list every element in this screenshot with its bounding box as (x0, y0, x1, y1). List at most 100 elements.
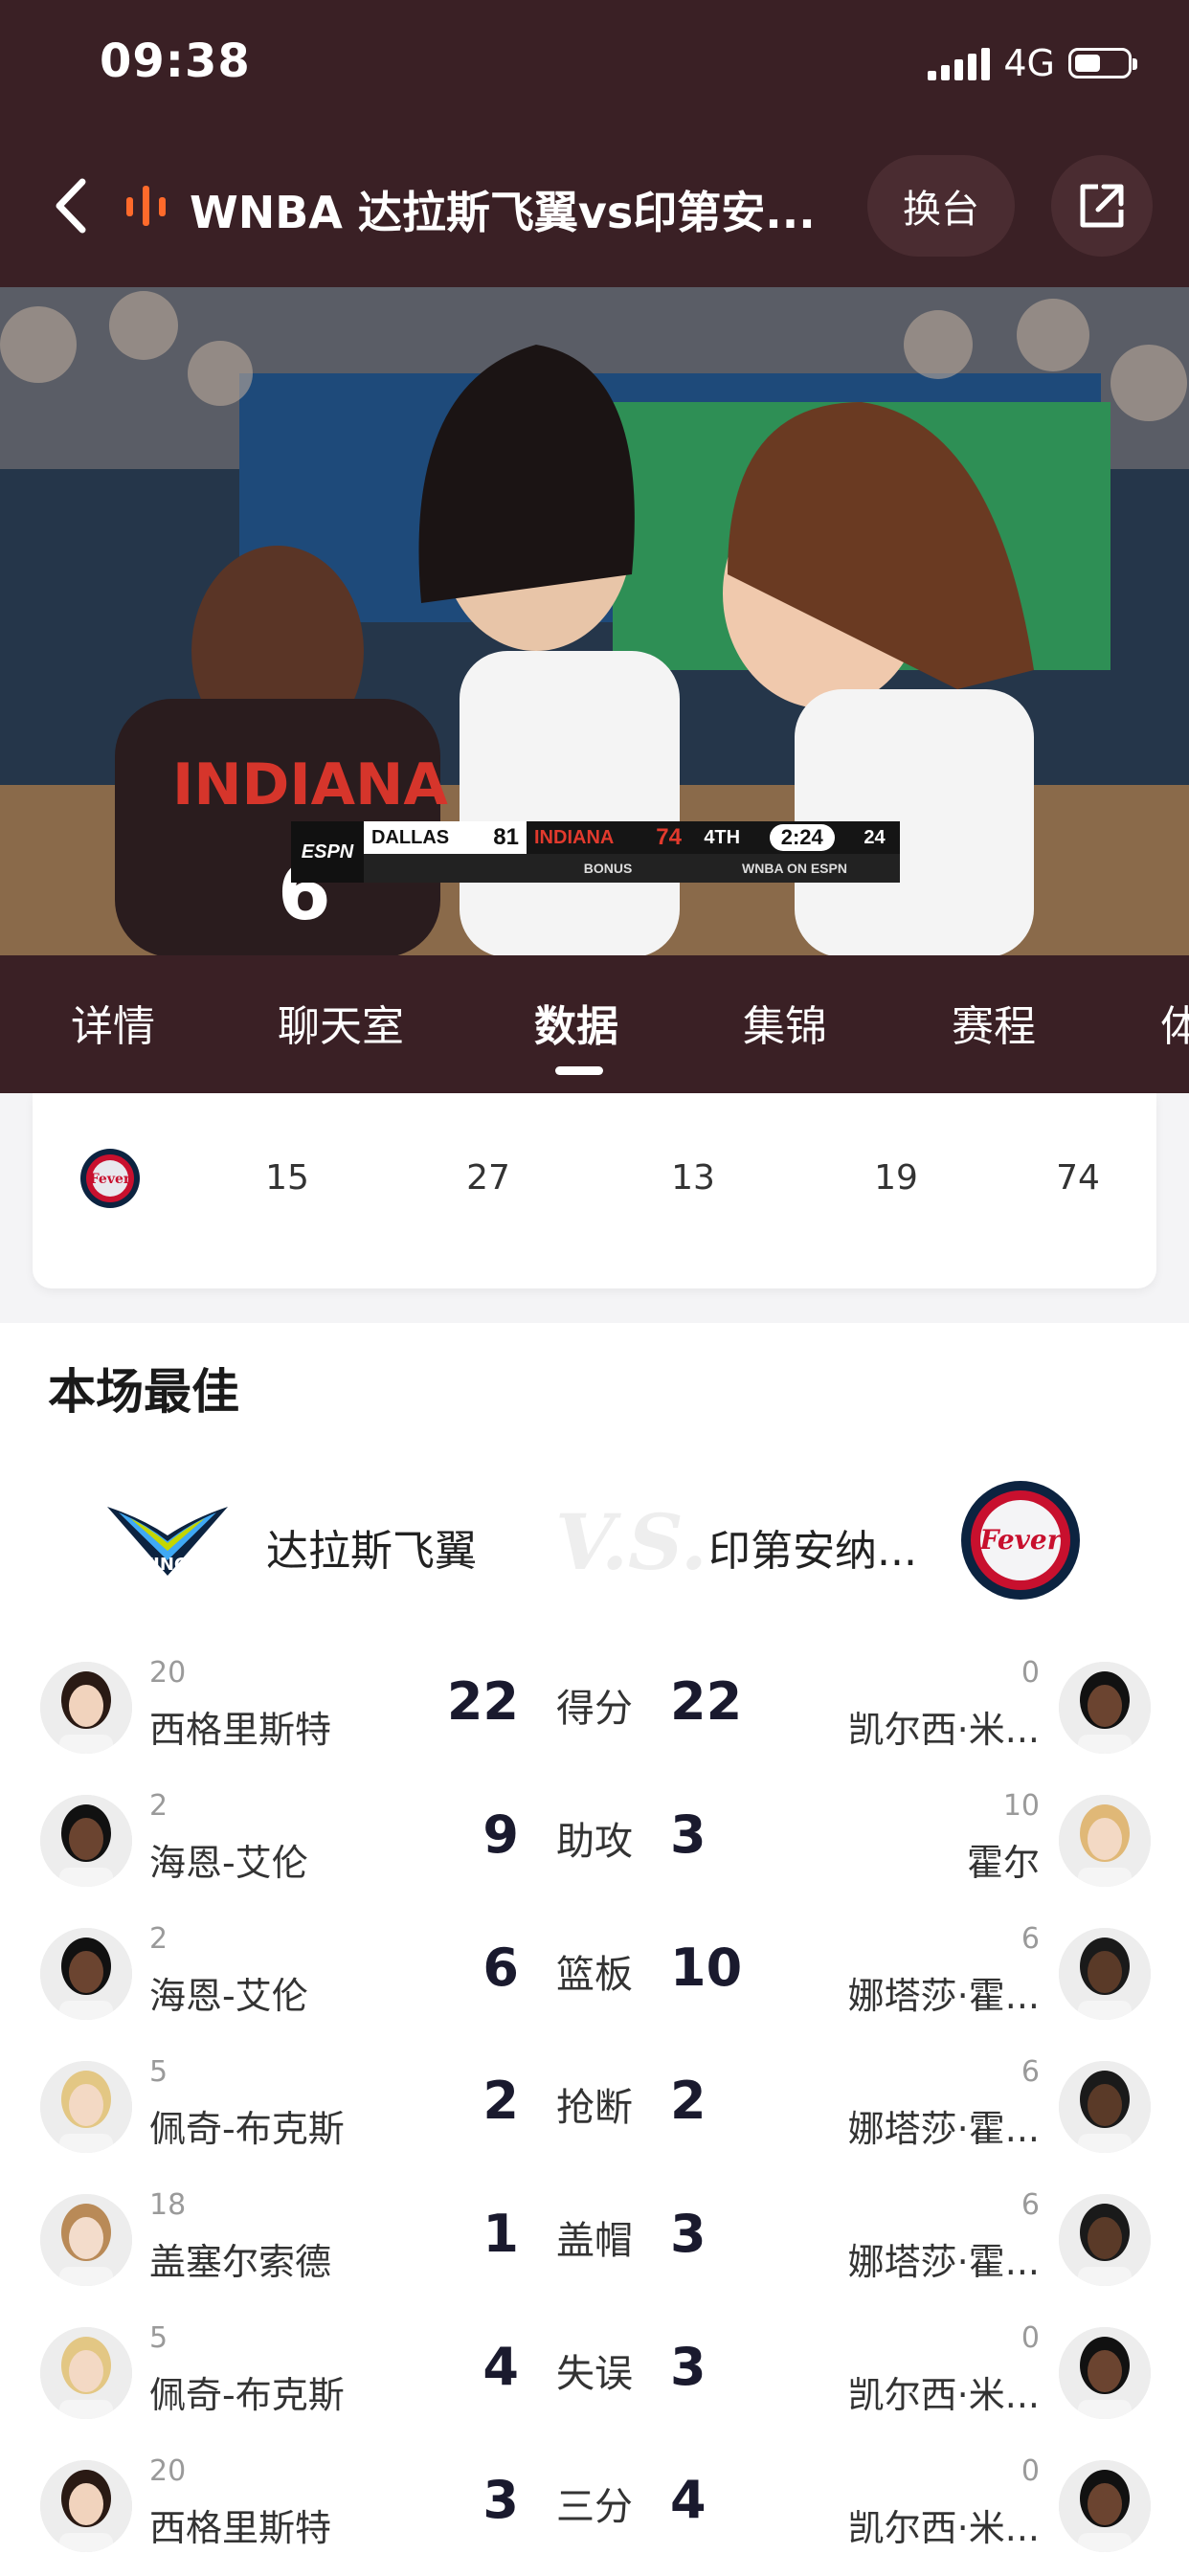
left-player-name[interactable]: 盖塞尔索德 (149, 2232, 331, 2285)
right-player-number: 6 (1021, 2055, 1040, 2089)
right-player-avatar[interactable] (1059, 2327, 1151, 2419)
wings-logo-text: WINGS (134, 1555, 200, 1575)
stat-label: 三分 (556, 2485, 633, 2529)
quarter-1-score: 15 (265, 1158, 309, 1198)
tv-scorebug: ESPN DALLAS 81 INDIANA 74 BONUS 4TH 2:24… (291, 821, 900, 883)
fever-team-logo-icon: Fever (961, 1481, 1080, 1600)
scorebug-bonus: BONUS (583, 861, 633, 876)
right-player-number: 0 (1021, 2454, 1040, 2488)
right-player-number: 6 (1021, 2188, 1040, 2222)
left-player-name[interactable]: 海恩-艾伦 (149, 1833, 308, 1886)
player-photo (40, 2194, 132, 2286)
player-photo (40, 1928, 132, 2020)
right-stat-value: 2 (670, 2071, 707, 2131)
left-player-avatar[interactable] (40, 1662, 132, 1754)
scorebug-clock: 2:24 (769, 824, 835, 851)
quarter-2-score: 27 (466, 1158, 510, 1198)
player-photo (1059, 1662, 1151, 1754)
battery-icon (1068, 48, 1137, 78)
right-stat-value: 10 (670, 1938, 743, 1998)
left-player-avatar[interactable] (40, 2194, 132, 2286)
left-player-number: 18 (149, 2188, 187, 2222)
left-stat-value: 4 (482, 2337, 519, 2397)
left-player-avatar[interactable] (40, 2061, 132, 2153)
stat-label: 失误 (556, 2352, 633, 2396)
right-player-name[interactable]: 娜塔莎·霍... (791, 2232, 1040, 2285)
right-player-avatar[interactable] (1059, 2460, 1151, 2552)
left-team-name: 达拉斯飞翼 (266, 1527, 477, 1576)
page-title: WNBA 达拉斯飞翼vs印第安... (190, 187, 816, 238)
right-player-name[interactable]: 凯尔西·米... (791, 2498, 1040, 2551)
player-photo (40, 1662, 132, 1754)
back-arrow-icon[interactable] (48, 172, 92, 239)
left-stat-value: 9 (482, 1804, 519, 1865)
left-player-name[interactable]: 佩奇-布克斯 (149, 2365, 345, 2418)
right-team-name: 印第安纳... (708, 1527, 917, 1576)
live-audio-icon (126, 186, 166, 226)
network-label: 4G (1003, 42, 1055, 84)
section-title: 本场最佳 (48, 1364, 239, 1420)
stat-leader-row: 5 佩奇-布克斯 2 抢断 2 6 娜塔莎·霍... (0, 2044, 1189, 2177)
right-player-avatar[interactable] (1059, 1662, 1151, 1754)
stat-label: 抢断 (556, 2086, 633, 2130)
right-stat-value: 3 (670, 2337, 707, 2397)
stat-leader-row: 20 西格里斯特 3 三分 4 0 凯尔西·米... (0, 2443, 1189, 2576)
scorebug-quarter: 4TH (704, 826, 741, 848)
right-player-name[interactable]: 霍尔 (791, 1833, 1040, 1886)
scorebug-shotclock: 24 (864, 826, 886, 848)
svg-text:INDIANA: INDIANA (172, 751, 448, 818)
vs-watermark: V.S. (555, 1497, 707, 1587)
tab-stats[interactable]: 数据 (534, 992, 618, 1053)
right-player-name[interactable]: 凯尔西·米... (791, 1700, 1040, 1753)
left-player-name[interactable]: 佩奇-布克斯 (149, 2099, 345, 2152)
status-time: 09:38 (100, 34, 251, 88)
stat-label: 得分 (556, 1687, 633, 1731)
tab-highlights[interactable]: 集锦 (743, 992, 827, 1053)
tab-details[interactable]: 详情 (71, 992, 155, 1053)
tab-chatroom[interactable]: 聊天室 (278, 992, 404, 1053)
left-player-name[interactable]: 海恩-艾伦 (149, 1966, 308, 2019)
stat-leader-row: 2 海恩-艾伦 9 助攻 3 10 霍尔 (0, 1778, 1189, 1911)
tab-more[interactable]: 体 (1160, 992, 1189, 1053)
share-button[interactable] (1051, 155, 1153, 257)
right-stat-value: 4 (670, 2470, 707, 2530)
fever-logo-text: Fever (90, 1172, 131, 1187)
right-player-avatar[interactable] (1059, 2061, 1151, 2153)
left-player-number: 2 (149, 1789, 168, 1823)
player-photo (1059, 2460, 1151, 2552)
right-stat-value: 3 (670, 1804, 707, 1865)
right-player-avatar[interactable] (1059, 2194, 1151, 2286)
scorebug-network: ESPN (291, 821, 364, 883)
left-player-avatar[interactable] (40, 2460, 132, 2552)
left-player-name[interactable]: 西格里斯特 (149, 1700, 331, 1753)
status-icons: 4G (928, 42, 1137, 84)
player-photo (40, 1795, 132, 1887)
right-player-avatar[interactable] (1059, 1795, 1151, 1887)
right-player-number: 10 (1002, 1789, 1040, 1823)
left-player-number: 2 (149, 1922, 168, 1956)
right-stat-value: 3 (670, 2204, 707, 2264)
left-player-avatar[interactable] (40, 2327, 132, 2419)
player-photo (40, 2327, 132, 2419)
player-photo (1059, 2194, 1151, 2286)
scorebug-team2: INDIANA (534, 826, 615, 848)
left-player-avatar[interactable] (40, 1928, 132, 2020)
tab-schedule[interactable]: 赛程 (952, 992, 1036, 1053)
left-player-name[interactable]: 西格里斯特 (149, 2498, 331, 2551)
share-icon (1080, 184, 1124, 228)
right-player-name[interactable]: 娜塔莎·霍... (791, 1966, 1040, 2019)
right-player-number: 6 (1021, 1922, 1040, 1956)
right-player-name[interactable]: 凯尔西·米... (791, 2365, 1040, 2418)
right-player-avatar[interactable] (1059, 1928, 1151, 2020)
left-player-avatar[interactable] (40, 1795, 132, 1887)
stat-label: 助攻 (556, 1820, 633, 1864)
stat-leader-row: 5 佩奇-布克斯 4 失误 3 0 凯尔西·米... (0, 2310, 1189, 2443)
switch-channel-button[interactable]: 换台 (867, 155, 1015, 257)
right-stat-value: 22 (670, 1671, 743, 1732)
right-player-name[interactable]: 娜塔莎·霍... (791, 2099, 1040, 2152)
tab-bar: 详情 聊天室 数据 集锦 赛程 体 (0, 955, 1189, 1093)
quarter-score-card (33, 1093, 1156, 1288)
player-photo (1059, 2327, 1151, 2419)
fever-logo-icon: Fever (80, 1149, 140, 1208)
wings-logo-icon: WINGS (107, 1507, 228, 1576)
